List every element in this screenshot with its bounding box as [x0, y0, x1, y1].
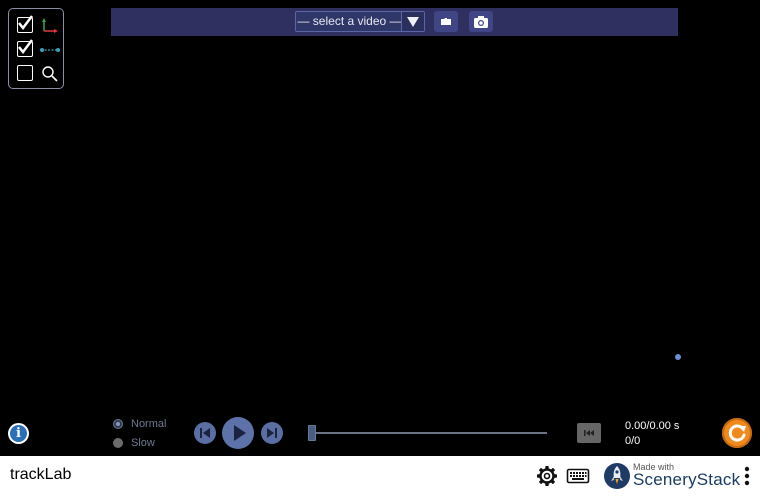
navigation-bar: trackLab Made with SceneryStack [0, 456, 760, 496]
step-backward-icon [200, 428, 210, 438]
visibility-panel [8, 8, 64, 89]
checkbox-box[interactable] [17, 15, 33, 33]
speed-slow-radio[interactable]: Slow [113, 437, 173, 451]
frame-readout: 0/0 [625, 435, 641, 447]
video-select[interactable]: — select a video — [295, 11, 425, 32]
camera-icon [474, 16, 488, 28]
magnifier-checkbox[interactable] [17, 64, 61, 84]
tracked-point[interactable] [675, 354, 681, 360]
video-toolbar: — select a video — [111, 8, 678, 36]
speed-normal-label: Normal [131, 418, 167, 430]
rewind-icon [584, 430, 594, 436]
speed-normal-radio[interactable]: Normal [113, 418, 173, 432]
video-select-label: — select a video — [297, 14, 402, 28]
time-readout: 0.00/0.00 s [625, 420, 680, 432]
keyboard-help-button[interactable] [566, 465, 590, 487]
checkbox-box[interactable] [17, 39, 33, 57]
snapshot-button[interactable] [469, 11, 493, 32]
phet-menu-button[interactable] [742, 466, 752, 486]
video-select-arrow[interactable] [401, 12, 424, 31]
reset-all-button[interactable] [722, 418, 752, 448]
folder-icon [441, 18, 451, 25]
gear-icon [537, 466, 557, 486]
keyboard-icon [566, 468, 590, 484]
checkbox-box[interactable] [17, 65, 33, 81]
kebab-menu-icon [744, 466, 750, 486]
step-forward-button[interactable] [261, 422, 283, 444]
step-backward-button[interactable] [194, 422, 216, 444]
check-icon [18, 39, 33, 55]
axes-icon [42, 18, 58, 33]
scenerystack-logo[interactable] [603, 462, 631, 490]
play-icon [234, 425, 246, 441]
check-icon [18, 15, 33, 31]
measuring-tape-checkbox[interactable] [17, 39, 61, 60]
magnifier-icon [42, 66, 58, 82]
info-button[interactable]: i [8, 423, 29, 444]
axes-checkbox[interactable] [17, 15, 61, 36]
rewind-button[interactable] [577, 423, 601, 443]
preferences-button[interactable] [536, 465, 558, 487]
measuring-tape-icon [40, 48, 60, 52]
radio-button-selected[interactable] [113, 419, 123, 429]
chevron-down-icon [407, 17, 419, 27]
rocket-icon [604, 463, 630, 489]
play-button[interactable] [222, 417, 254, 449]
time-slider-track[interactable] [313, 432, 547, 434]
info-icon: i [10, 425, 27, 442]
reset-icon [728, 424, 746, 442]
brand-label: SceneryStack [633, 470, 741, 489]
speed-slow-label: Slow [131, 437, 155, 449]
step-forward-icon [267, 428, 277, 438]
radio-button[interactable] [113, 438, 123, 448]
open-video-button[interactable] [434, 11, 458, 32]
time-slider-thumb[interactable] [308, 425, 316, 441]
sim-title: trackLab [10, 466, 72, 483]
